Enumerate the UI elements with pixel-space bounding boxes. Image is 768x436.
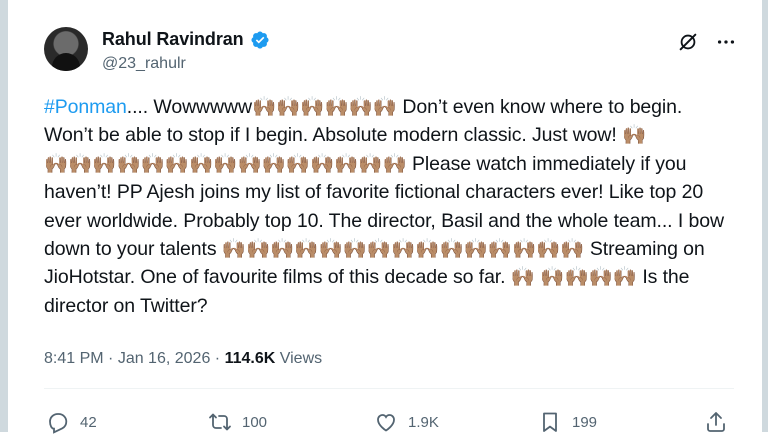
avatar[interactable] <box>44 27 88 71</box>
bookmark-count: 199 <box>572 413 598 431</box>
author-name[interactable]: Rahul Ravindran <box>102 29 244 50</box>
clap-emoji-group: 🙌🏽 <box>622 124 647 147</box>
clap-emoji-group: 🙌🏽🙌🏽🙌🏽🙌🏽🙌🏽🙌🏽🙌🏽🙌🏽🙌🏽🙌🏽🙌🏽🙌🏽🙌🏽🙌🏽🙌🏽 <box>221 238 585 261</box>
left-border <box>0 0 8 432</box>
clap-emoji-group: 🙌🏽🙌🏽🙌🏽🙌🏽🙌🏽🙌🏽🙌🏽🙌🏽🙌🏽🙌🏽🙌🏽🙌🏽🙌🏽🙌🏽🙌🏽 <box>44 152 407 175</box>
reply-button[interactable]: 42 <box>46 410 97 434</box>
views-count: 114.6K <box>224 350 276 367</box>
like-button[interactable]: 1.9K <box>374 410 439 434</box>
top-actions <box>676 30 738 54</box>
grok-icon[interactable] <box>676 30 700 54</box>
clap-emoji-group: 🙌🏽🙌🏽🙌🏽🙌🏽🙌🏽🙌🏽 <box>251 96 398 118</box>
heart-icon <box>377 414 395 432</box>
repost-count: 100 <box>242 413 268 431</box>
bookmark-button[interactable]: 199 <box>538 410 597 434</box>
divider <box>44 388 734 389</box>
reply-count: 42 <box>80 413 97 431</box>
name-row: Rahul Ravindran <box>102 29 270 50</box>
clap-emoji-group: 🙌🏽🙌🏽🙌🏽🙌🏽 <box>540 266 638 289</box>
action-bar: 42 100 1.9K 199 <box>44 410 734 436</box>
views-label: Views <box>279 350 323 367</box>
text-segment: .... Wowwwww <box>126 96 252 118</box>
post-time[interactable]: 8:41 PM <box>44 350 104 367</box>
post-date[interactable]: Jan 16, 2026 <box>118 350 211 367</box>
more-options-icon[interactable] <box>714 30 738 54</box>
repost-button[interactable]: 100 <box>208 410 267 434</box>
reply-icon <box>49 413 68 434</box>
share-button[interactable] <box>704 410 728 434</box>
like-count: 1.9K <box>408 413 439 431</box>
hashtag-link[interactable]: #Ponman <box>44 96 127 118</box>
bookmark-icon <box>543 412 557 432</box>
separator: · <box>210 350 225 367</box>
verified-badge-icon <box>250 30 270 50</box>
repost-icon <box>209 413 231 431</box>
author-handle[interactable]: @23_rahulr <box>102 55 186 73</box>
separator: · <box>103 350 118 367</box>
clap-emoji-group: 🙌🏽 <box>510 266 535 289</box>
share-icon <box>707 412 725 432</box>
right-border <box>762 0 768 432</box>
tweet-text: #Ponman.... Wowwwww🙌🏽🙌🏽🙌🏽🙌🏽🙌🏽🙌🏽 Don’t ev… <box>44 93 730 320</box>
tweet-header: Rahul Ravindran @23_rahulr <box>44 22 738 80</box>
tweet-meta: 8:41 PM · Jan 16, 2026 · 114.6K Views <box>44 350 322 368</box>
